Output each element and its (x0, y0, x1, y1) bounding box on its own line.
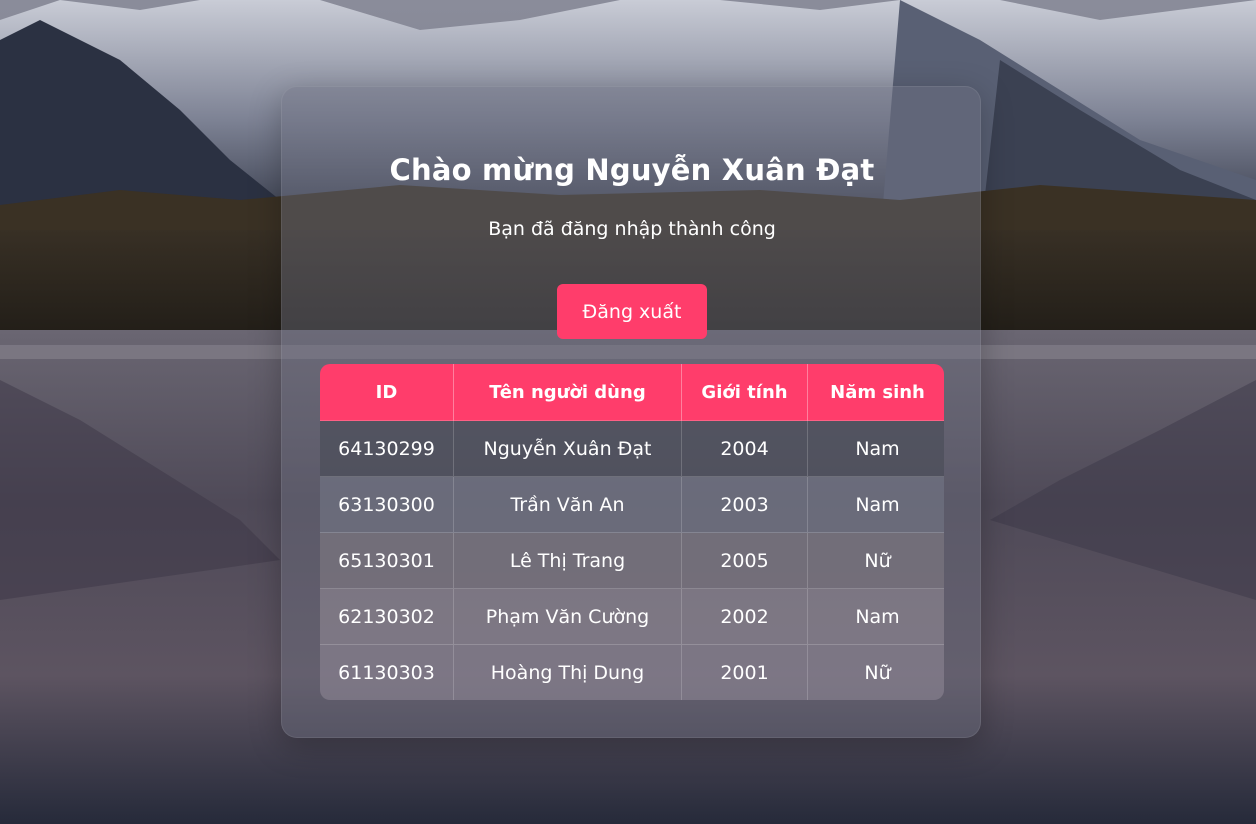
column-header-gender: Giới tính (681, 364, 808, 421)
column-header-id: ID (320, 364, 454, 421)
cell-username: Nguyễn Xuân Đạt (453, 420, 682, 477)
cell-username: Lê Thị Trang (453, 532, 682, 589)
table-row: 61130303 Hoàng Thị Dung 2001 Nữ (320, 644, 944, 700)
cell-username: Trần Văn An (453, 476, 682, 533)
column-header-username: Tên người dùng (453, 364, 682, 421)
cell-id: 63130300 (320, 476, 454, 533)
table-row: 64130299 Nguyễn Xuân Đạt 2004 Nam (320, 420, 944, 477)
table-row: 62130302 Phạm Văn Cường 2002 Nam (320, 588, 944, 645)
cell-id: 61130303 (320, 644, 454, 700)
cell-id: 64130299 (320, 420, 454, 477)
users-table: ID Tên người dùng Giới tính Năm sinh 641… (320, 364, 944, 700)
cell-birth-year: Nam (807, 476, 944, 533)
welcome-card: Chào mừng Nguyễn Xuân Đạt Bạn đã đăng nh… (281, 86, 981, 738)
page-title: Chào mừng Nguyễn Xuân Đạt (389, 153, 875, 187)
cell-gender: 2005 (681, 532, 808, 589)
cell-birth-year: Nam (807, 588, 944, 645)
cell-gender: 2004 (681, 420, 808, 477)
login-success-message: Bạn đã đăng nhập thành công (488, 218, 776, 240)
table-header-row: ID Tên người dùng Giới tính Năm sinh (320, 364, 944, 421)
cell-id: 65130301 (320, 532, 454, 589)
cell-birth-year: Nữ (807, 532, 944, 589)
cell-birth-year: Nam (807, 420, 944, 477)
cell-id: 62130302 (320, 588, 454, 645)
cell-gender: 2001 (681, 644, 808, 700)
cell-gender: 2003 (681, 476, 808, 533)
cell-username: Phạm Văn Cường (453, 588, 682, 645)
cell-birth-year: Nữ (807, 644, 944, 700)
table-row: 63130300 Trần Văn An 2003 Nam (320, 476, 944, 533)
cell-gender: 2002 (681, 588, 808, 645)
logout-button[interactable]: Đăng xuất (557, 284, 707, 339)
table-row: 65130301 Lê Thị Trang 2005 Nữ (320, 532, 944, 589)
users-table-container: ID Tên người dùng Giới tính Năm sinh 641… (320, 364, 944, 700)
column-header-birth-year: Năm sinh (807, 364, 944, 421)
cell-username: Hoàng Thị Dung (453, 644, 682, 700)
